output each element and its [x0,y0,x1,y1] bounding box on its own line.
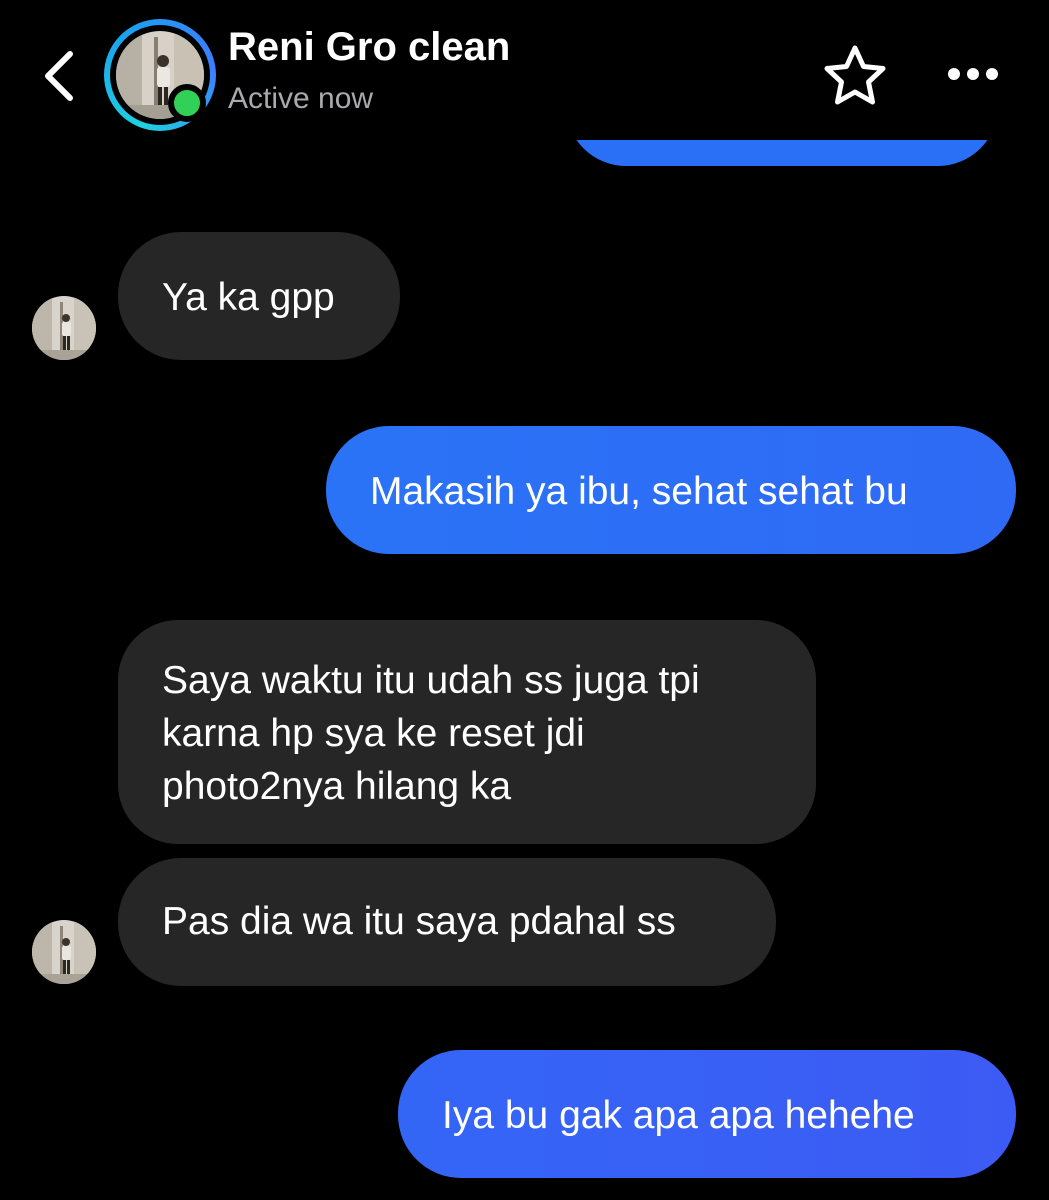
message-line: karna hp sya ke reset jdi [162,712,585,755]
message-bubble-outgoing[interactable]: Makasih ya ibu, sehat sehat bu [326,426,1016,554]
message-bubble-incoming[interactable]: Pas dia wa itu saya pdahal ss [118,858,776,986]
star-outline-icon [824,45,886,105]
more-horizontal-icon-dot [986,68,998,80]
message-line: Saya waktu itu udah ss juga tpi [162,659,700,702]
chat-header: Reni Gro clean Active now [0,0,1049,140]
more-horizontal-icon-dot [967,68,979,80]
active-status-dot [168,84,206,122]
avatar-photo [32,920,96,984]
message-bubble-incoming-multiline[interactable]: Saya waktu itu udah ss juga tpi karna hp… [118,620,816,844]
message-text: Ya ka gpp [162,276,335,319]
contact-avatar-small[interactable] [32,296,96,360]
favorite-button[interactable] [820,42,890,112]
message-bubble-incoming[interactable]: Ya ka gpp [118,232,400,360]
message-text: Pas dia wa itu saya pdahal ss [162,900,676,943]
message-text: Iya bu gak apa apa hehehe [442,1094,915,1137]
message-line: photo2nya hilang ka [162,765,512,808]
message-thread[interactable]: Ya ka gpp Makasih ya ibu, sehat sehat bu… [0,0,1049,1200]
message-text: Makasih ya ibu, sehat sehat bu [370,470,908,513]
back-button[interactable] [36,48,86,104]
contact-avatar-small[interactable] [32,920,96,984]
more-options-button[interactable] [940,60,1006,90]
more-horizontal-icon [948,68,960,80]
avatar-photo [32,296,96,360]
chevron-left-icon [45,51,73,101]
contact-status: Active now [228,82,374,115]
message-bubble-outgoing[interactable]: Iya bu gak apa apa hehehe [398,1050,1016,1178]
contact-name[interactable]: Reni Gro clean [228,24,510,70]
